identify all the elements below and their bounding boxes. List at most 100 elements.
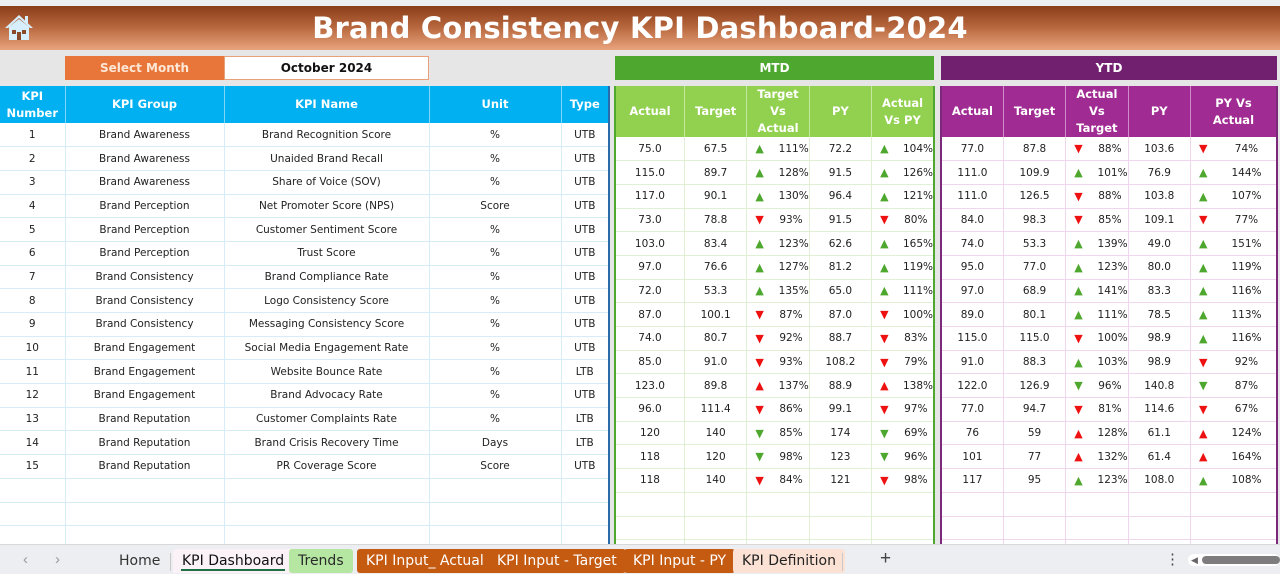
empty-cell[interactable] — [429, 502, 562, 527]
down-arrow-red-icon: ▼ — [755, 308, 764, 322]
up-arrow-red-icon: ▲ — [1074, 450, 1083, 464]
percent-value: 80% — [904, 213, 928, 226]
tab-kpi-definition[interactable]: KPI Definition — [733, 549, 845, 573]
prev-sheet-arrow-icon[interactable]: ‹ — [23, 551, 28, 568]
ytd-actual: 77.0 — [941, 137, 1004, 162]
empty-cell[interactable] — [684, 492, 748, 517]
down-arrow-green-icon: ▼ — [1074, 379, 1083, 393]
empty-cell[interactable] — [1190, 516, 1278, 541]
mtd-py: 108.2 — [809, 350, 873, 375]
percent-value: 87% — [1234, 379, 1259, 392]
tab-kpi-input-target[interactable]: KPI Input - Target — [488, 549, 626, 573]
kpi-number: 13 — [0, 407, 66, 432]
mtd-py: 65.0 — [809, 279, 873, 304]
empty-cell[interactable] — [561, 502, 610, 527]
month-selector[interactable]: October 2024 — [224, 56, 429, 80]
percent-value: 98% — [779, 450, 803, 463]
up-arrow-green-icon: ▲ — [880, 237, 889, 251]
percent-value: 74% — [1234, 142, 1259, 155]
empty-cell[interactable] — [429, 478, 562, 503]
empty-cell[interactable] — [871, 516, 935, 541]
empty-cell[interactable] — [1190, 492, 1278, 517]
empty-cell[interactable] — [65, 502, 225, 527]
table-row: 91.0 88.3 ▲ 103% 98.9 ▼ 92% — [941, 350, 1278, 375]
table-row: 115.0 115.0 ▼ 100% 98.9 ▲ 116% — [941, 326, 1278, 351]
kpi-group: Brand Perception — [65, 194, 225, 219]
empty-cell[interactable] — [746, 516, 810, 541]
empty-cell[interactable] — [1128, 516, 1191, 541]
kpi-group: Brand Consistency — [65, 288, 225, 313]
kpi-number: 9 — [0, 312, 66, 337]
up-arrow-green-icon: ▲ — [1198, 260, 1208, 274]
empty-cell[interactable] — [0, 478, 66, 503]
tab-kpi-dashboard[interactable]: KPI Dashboard — [173, 549, 294, 573]
empty-cell[interactable] — [1065, 516, 1129, 541]
kpi-group: Brand Engagement — [65, 336, 225, 361]
empty-cell[interactable] — [0, 502, 66, 527]
empty-cell[interactable] — [615, 516, 685, 541]
mtd-target: 140 — [684, 421, 748, 446]
percent-value: 83% — [904, 332, 928, 345]
table-row: 2 Brand Awareness Unaided Brand Recall% UTB — [0, 146, 610, 171]
ytd-band: YTD — [941, 56, 1277, 80]
kpi-type: UTB — [561, 336, 610, 361]
tab-kpi-input-py[interactable]: KPI Input - PY — [624, 549, 736, 573]
kpi-unit: % — [429, 312, 562, 337]
ytd-py-vs-actual: ▲ 116% — [1190, 326, 1278, 351]
kpi-name: Brand Compliance Rate — [224, 265, 430, 290]
empty-cell[interactable] — [224, 502, 430, 527]
tab-home[interactable]: Home — [110, 549, 169, 573]
col-ytd-py-vs-actual: PY Vs Actual — [1190, 86, 1278, 137]
kpi-type: LTB — [561, 359, 610, 385]
empty-cell[interactable] — [809, 492, 873, 517]
empty-cell[interactable] — [684, 516, 748, 541]
col-unit: Unit — [429, 86, 562, 123]
kpi-type: UTB — [561, 241, 610, 266]
ytd-py-vs-actual: ▲ 119% — [1190, 255, 1278, 280]
table-row: 96.0 111.4 ▼ 86% 99.1 ▼ 97% — [615, 397, 935, 422]
percent-value: 113% — [1231, 308, 1262, 321]
up-arrow-green-icon: ▲ — [1074, 308, 1083, 322]
mtd-py: 91.5 — [809, 208, 873, 233]
ytd-py: 78.5 — [1128, 302, 1191, 327]
down-arrow-red-icon: ▼ — [1074, 402, 1083, 416]
empty-cell[interactable] — [1128, 492, 1191, 517]
empty-cell[interactable] — [1065, 492, 1129, 517]
col-mtd-actual: Actual — [615, 86, 685, 137]
ytd-py-vs-actual: ▼ 92% — [1190, 350, 1278, 375]
tab-kpi-input-actual[interactable]: KPI Input_ Actual — [357, 549, 493, 573]
col-kpi-number: KPI Number — [0, 86, 66, 123]
ytd-actual-vs-target: ▼ 100% — [1065, 326, 1129, 351]
empty-cell[interactable] — [871, 492, 935, 517]
empty-cell[interactable] — [809, 516, 873, 541]
empty-cell[interactable] — [1003, 516, 1067, 541]
empty-cell[interactable] — [941, 516, 1004, 541]
scrollbar-thumb[interactable] — [1202, 556, 1280, 564]
scroll-left-icon[interactable]: ◀ — [1191, 554, 1198, 566]
percent-value: 97% — [904, 403, 928, 416]
empty-cell[interactable] — [561, 478, 610, 503]
mtd-target: 67.5 — [684, 137, 748, 162]
empty-cell[interactable] — [1003, 492, 1067, 517]
empty-cell[interactable] — [941, 492, 1004, 517]
percent-value: 111% — [902, 284, 933, 297]
table-row: 75.0 67.5 ▲ 111% 72.2 ▲ 104% — [615, 137, 935, 162]
empty-cell[interactable] — [746, 492, 810, 517]
percent-value: 128% — [1097, 427, 1128, 440]
table-row: 111.0 109.9 ▲ 101% 76.9 ▲ 144% — [941, 160, 1278, 185]
empty-cell[interactable] — [65, 478, 225, 503]
kpi-name: Customer Sentiment Score — [224, 217, 430, 242]
up-arrow-green-icon: ▲ — [1198, 308, 1208, 322]
percent-value: 86% — [779, 403, 803, 416]
mtd-target: 100.1 — [684, 302, 748, 327]
kpi-group: Brand Awareness — [65, 123, 225, 148]
next-sheet-arrow-icon[interactable]: › — [55, 551, 60, 568]
mtd-actual: 72.0 — [615, 279, 685, 304]
empty-cell[interactable] — [224, 478, 430, 503]
empty-cell[interactable] — [615, 492, 685, 517]
horizontal-scrollbar[interactable]: ◀ — [1188, 554, 1280, 566]
percent-value: 111% — [1097, 308, 1128, 321]
more-options-icon[interactable]: ⋮ — [1165, 550, 1180, 568]
tab-trends[interactable]: Trends — [289, 549, 353, 573]
add-sheet-icon[interactable]: + — [880, 548, 891, 570]
